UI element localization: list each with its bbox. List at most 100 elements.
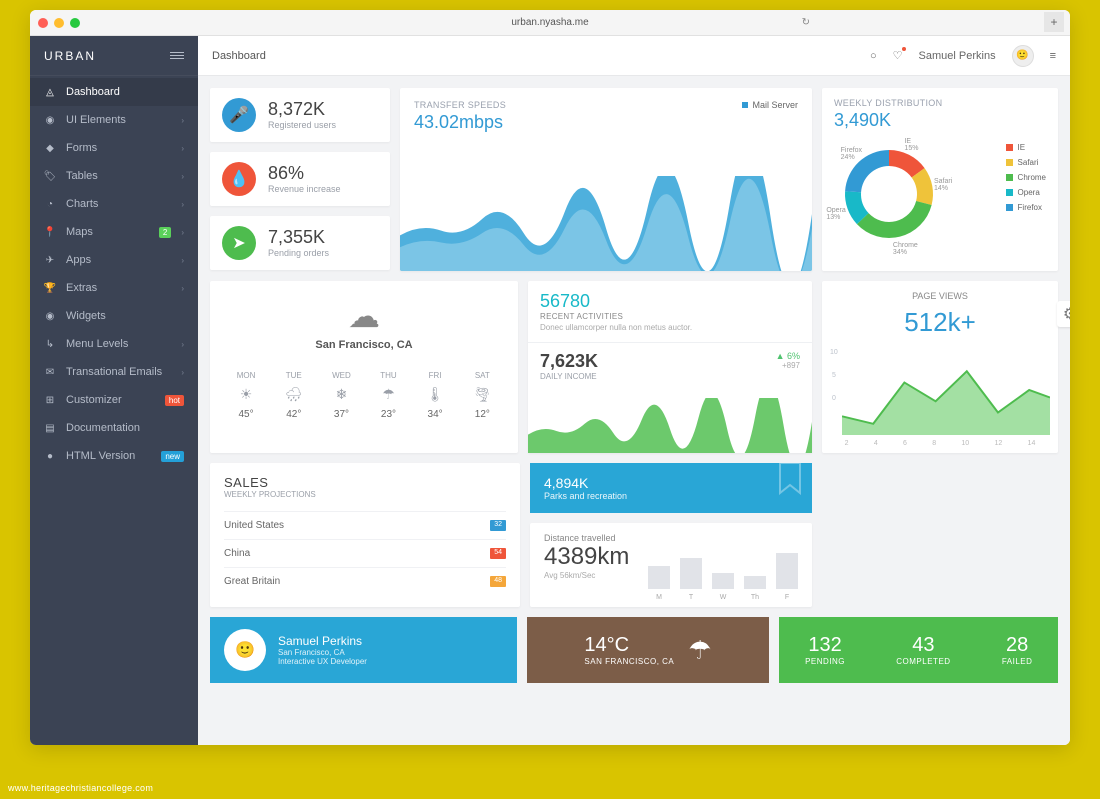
weather-city: San Francisco, CA <box>222 339 506 351</box>
sidebar-item-label: Maps <box>66 226 149 238</box>
sidebar-item-ui-elements[interactable]: ◉UI Elements› <box>30 106 198 134</box>
profile-loc: San Francisco, CA <box>278 648 367 657</box>
profile-role: Interactive UX Developer <box>278 657 367 666</box>
sidebar-icon: ◬ <box>44 87 56 98</box>
address-bar[interactable]: urban.nyasha.me <box>511 17 588 28</box>
sidebar-item-customizer[interactable]: ⊞Customizerhot <box>30 386 198 414</box>
kpi-list: 🎤8,372KRegistered users💧86%Revenue incre… <box>210 88 390 271</box>
kpi-value: 86% <box>268 164 341 182</box>
temp-icon: ☂ <box>688 635 711 666</box>
notification-icon[interactable]: ♡ <box>893 49 903 62</box>
kpi-icon: 🎤 <box>222 98 256 132</box>
avatar[interactable]: 🙂 <box>1012 45 1034 67</box>
menu-icon[interactable]: ≡ <box>1050 50 1056 62</box>
sales-row: United States32 <box>224 511 506 539</box>
minimize-icon[interactable] <box>54 18 64 28</box>
sales-row: China54 <box>224 539 506 567</box>
transfer-card: TRANSFER SPEEDS 43.02mbps Mail Server <box>400 88 812 271</box>
bar <box>776 553 798 589</box>
transfer-title: TRANSFER SPEEDS <box>414 100 798 110</box>
kpi-value: 8,372K <box>268 100 336 118</box>
sidebar-item-label: Widgets <box>66 310 184 322</box>
menu-toggle-icon[interactable] <box>170 52 184 59</box>
sidebar-icon: ✈ <box>44 255 56 266</box>
bar <box>648 566 670 589</box>
breadcrumb: Dashboard <box>212 50 266 62</box>
kpi-icon: 💧 <box>222 162 256 196</box>
legend-item: Chrome <box>1006 173 1046 182</box>
sidebar-item-charts[interactable]: ◔Charts› <box>30 190 198 218</box>
sales-title: SALES <box>224 475 506 490</box>
kpi-card: ➤7,355KPending orders <box>210 216 390 270</box>
forecast-day: THU☂23° <box>380 371 396 420</box>
user-name[interactable]: Samuel Perkins <box>919 50 996 62</box>
brand-bar: URBAN <box>30 36 198 76</box>
badge: hot <box>165 395 184 406</box>
sidebar-item-html-version[interactable]: ●HTML Versionnew <box>30 442 198 470</box>
sales-card: SALES WEEKLY PROJECTIONS United States32… <box>210 463 520 607</box>
status-item: 28FAILED <box>1002 634 1033 666</box>
sidebar-icon: ⊞ <box>44 395 56 406</box>
sidebar-item-maps[interactable]: 📍Maps2› <box>30 218 198 246</box>
sidebar-item-label: Forms <box>66 142 171 154</box>
kpi-label: Pending orders <box>268 248 329 258</box>
sidebar-icon: ● <box>44 451 56 462</box>
donut-slice-label: IE15% <box>904 138 918 152</box>
sidebar-icon: ◉ <box>44 115 56 126</box>
sidebar-item-apps[interactable]: ✈Apps› <box>30 246 198 274</box>
chevron-right-icon: › <box>181 284 184 293</box>
sidebar-icon: 📍 <box>44 227 56 238</box>
sidebar-icon: ✉ <box>44 367 56 378</box>
close-icon[interactable] <box>38 18 48 28</box>
sidebar-item-transational-emails[interactable]: ✉Transational Emails› <box>30 358 198 386</box>
profile-name: Samuel Perkins <box>278 634 367 648</box>
daily-label: DAILY INCOME <box>540 372 800 381</box>
browser-window: urban.nyasha.me ↻ + URBAN ◬Dashboard◉UI … <box>30 10 1070 745</box>
status-card: 132PENDING43COMPLETED28FAILED <box>779 617 1058 683</box>
donut-slice-label: Safari14% <box>934 178 952 192</box>
sidebar-item-widgets[interactable]: ◉ Widgets <box>30 302 198 330</box>
daily-value: 7,623K <box>540 351 800 372</box>
sales-badge: 48 <box>490 576 506 587</box>
brand-name: URBAN <box>44 49 96 63</box>
window-controls[interactable] <box>38 18 80 28</box>
sidebar-item-label: HTML Version <box>66 450 151 462</box>
new-tab-icon[interactable]: + <box>1044 12 1064 32</box>
dist-bars <box>648 537 798 589</box>
trend-abs: +897 <box>776 361 800 370</box>
bookmark-icon <box>778 463 802 495</box>
search-icon[interactable]: ○ <box>870 50 877 62</box>
status-item: 132PENDING <box>805 634 845 666</box>
sidebar-item-menu-levels[interactable]: ↳Menu Levels› <box>30 330 198 358</box>
legend-item: Opera <box>1006 188 1046 197</box>
sales-row: Great Britain48 <box>224 567 506 595</box>
act-value: 56780 <box>540 291 800 312</box>
watermark: www.heritagechristiancollege.com <box>8 783 153 793</box>
sidebar-icon: ◆ <box>44 143 56 154</box>
profile-card[interactable]: 🙂 Samuel Perkins San Francisco, CA Inter… <box>210 617 517 683</box>
kpi-label: Registered users <box>268 120 336 130</box>
temp-value: 14°C <box>584 634 674 657</box>
donut-legend: IESafariChromeOperaFirefox <box>1006 139 1046 249</box>
profile-avatar: 🙂 <box>224 629 266 671</box>
chevron-right-icon: › <box>181 228 184 237</box>
forecast-day: FRI🌡34° <box>426 371 444 420</box>
sidebar-icon: 🏆 <box>44 283 56 294</box>
reload-icon[interactable]: ↻ <box>802 17 810 28</box>
sidebar-icon: ◉ <box>44 311 56 322</box>
sidebar-item-tables[interactable]: 🏷Tables› <box>30 162 198 190</box>
sidebar-item-forms[interactable]: ◆Forms› <box>30 134 198 162</box>
zoom-icon[interactable] <box>70 18 80 28</box>
sidebar-item-documentation[interactable]: ▤Documentation <box>30 414 198 442</box>
sidebar-item-dashboard[interactable]: ◬Dashboard <box>30 78 198 106</box>
chevron-right-icon: › <box>181 116 184 125</box>
sidebar-icon: ↳ <box>44 339 56 350</box>
donut-slice-label: Chrome34% <box>893 242 918 256</box>
bar <box>680 558 702 589</box>
sidebar: URBAN ◬Dashboard◉UI Elements›◆Forms›🏷Tab… <box>30 36 198 745</box>
parks-card[interactable]: 4,894K Parks and recreation <box>530 463 812 513</box>
settings-icon[interactable]: ⚙ <box>1057 301 1070 327</box>
nav: ◬Dashboard◉UI Elements›◆Forms›🏷Tables›◔C… <box>30 76 198 470</box>
sidebar-item-extras[interactable]: 🏆Extras› <box>30 274 198 302</box>
chevron-right-icon: › <box>181 172 184 181</box>
